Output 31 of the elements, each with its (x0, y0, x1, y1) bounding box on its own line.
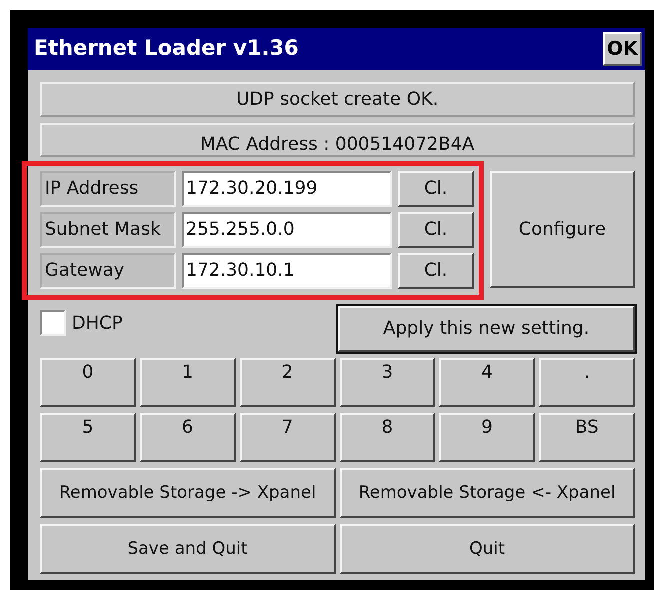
save-quit-button[interactable]: Save and Quit (40, 524, 336, 574)
keypad-key[interactable]: 2 (240, 358, 336, 407)
keypad-key[interactable]: 3 (340, 358, 436, 407)
checkbox-label: DHCP (72, 312, 123, 336)
keypad-key[interactable]: 5 (40, 413, 136, 462)
dhcp-checkbox[interactable] (40, 310, 66, 336)
clear-button[interactable]: Cl. (398, 171, 474, 207)
field-label: IP Address (40, 171, 176, 207)
input-field[interactable]: 255.255.0.0 (182, 212, 392, 248)
apply-button[interactable]: Apply this new setting. (338, 306, 635, 352)
quit-button[interactable]: Quit (340, 524, 635, 574)
field-label: Gateway (40, 253, 176, 289)
keypad-key[interactable]: 4 (439, 358, 536, 407)
keypad-key[interactable]: 1 (140, 358, 236, 407)
input-field[interactable]: 172.30.20.199 (182, 171, 392, 207)
input-field[interactable]: 172.30.10.1 (182, 253, 392, 289)
ok-button[interactable]: OK (603, 32, 642, 66)
clear-button[interactable]: Cl. (398, 212, 474, 248)
storage-button[interactable]: Removable Storage <- Xpanel (340, 468, 635, 518)
field-label: Subnet Mask (40, 212, 176, 248)
configure-button[interactable]: Configure (490, 171, 635, 288)
keypad-key[interactable]: 9 (439, 413, 536, 462)
storage-button[interactable]: Removable Storage -> Xpanel (40, 468, 336, 518)
keypad-key[interactable]: 6 (140, 413, 236, 462)
window-title: Ethernet Loader v1.36 (34, 35, 299, 62)
clear-button[interactable]: Cl. (398, 253, 474, 289)
keypad-key[interactable]: 8 (340, 413, 436, 462)
keypad-key[interactable]: 0 (40, 358, 136, 407)
keypad-key[interactable]: BS (539, 413, 635, 462)
keypad-key[interactable]: 7 (240, 413, 336, 462)
keypad-key[interactable]: . (539, 358, 635, 407)
